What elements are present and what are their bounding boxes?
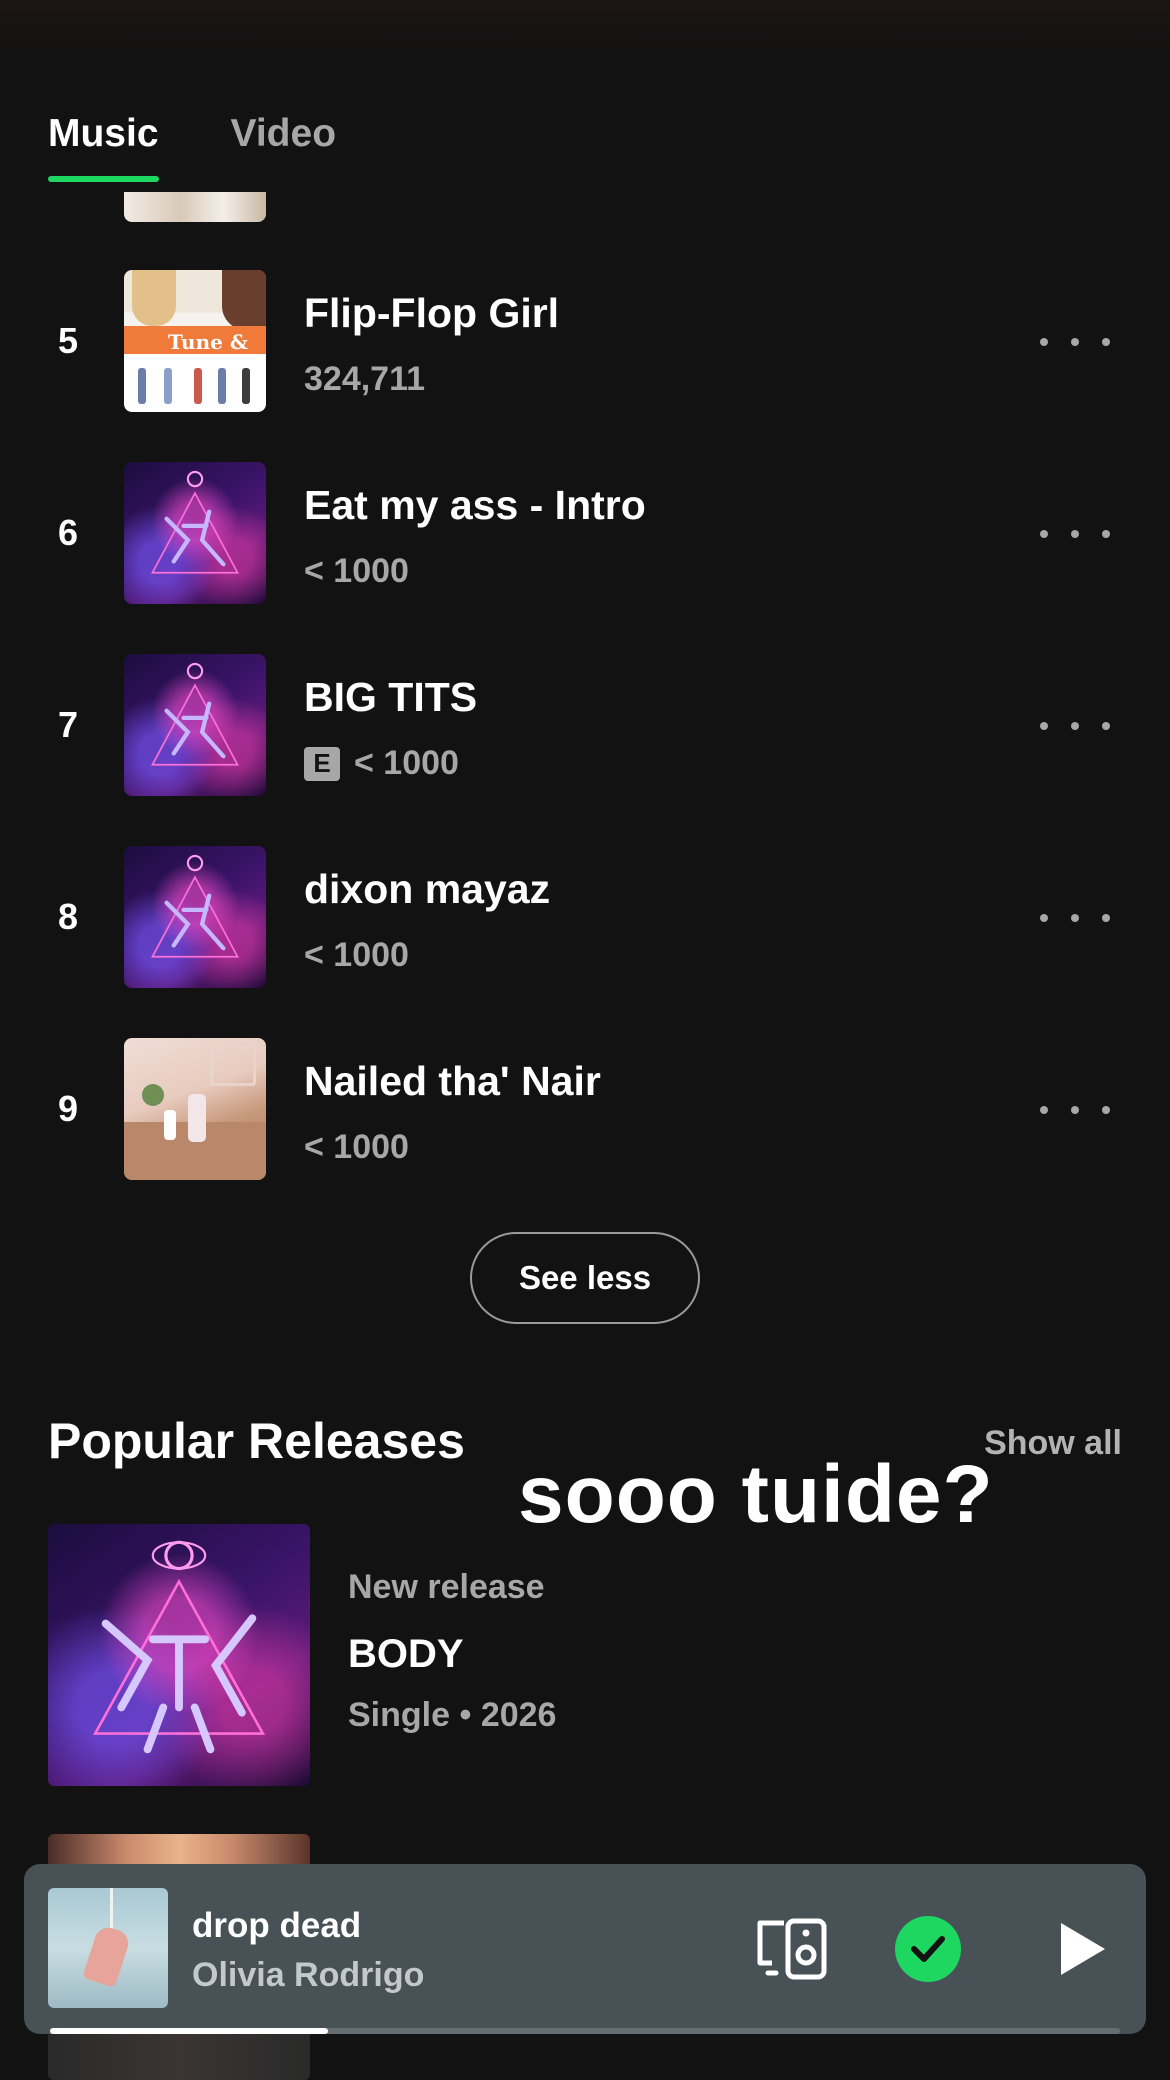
artist-page: Music Video 5 Tune & Play Flip-Flop Girl… [0, 0, 1170, 2080]
more-options-icon[interactable] [1040, 896, 1110, 940]
play-icon[interactable] [1044, 1914, 1120, 1984]
track-row[interactable]: 7 BIG TITS E < 1000 [0, 654, 1170, 798]
track-rank: 5 [57, 320, 79, 361]
more-options-icon[interactable] [1040, 704, 1110, 748]
tab-bar: Music Video [48, 112, 336, 182]
show-all-link[interactable]: Show all [984, 1424, 1122, 1463]
track-thumbnail: Tune & Play [124, 270, 266, 412]
devices-speaker-icon[interactable] [754, 1914, 830, 1984]
track-title: Nailed tha' Nair [304, 1058, 601, 1104]
see-less-button[interactable]: See less [470, 1232, 700, 1324]
track-thumbnail [124, 462, 266, 604]
now-playing-title: drop dead [192, 1906, 362, 1945]
release-title: BODY [348, 1632, 464, 1676]
track-plays: < 1000 [304, 936, 409, 974]
tab-video[interactable]: Video [231, 112, 336, 182]
track-row[interactable]: 8 dixon mayaz < 1000 [0, 846, 1170, 990]
more-options-icon[interactable] [1040, 1088, 1110, 1132]
track-plays: 324,711 [304, 360, 426, 398]
track-subtitle: < 1000 [304, 936, 409, 975]
track-row[interactable]: 6 Eat my ass - Intro < 1000 [0, 462, 1170, 606]
track-rank: 9 [57, 1088, 79, 1129]
track-subtitle: E < 1000 [304, 744, 459, 783]
track-thumbnail [124, 654, 266, 796]
bottom-strip [0, 2034, 1170, 2080]
track-rank: 6 [57, 512, 79, 553]
track-plays: < 1000 [304, 1128, 409, 1166]
track-thumbnail [124, 1038, 266, 1180]
thumbnail-art-text: Tune & Play [168, 330, 248, 378]
track-plays: < 1000 [354, 744, 459, 782]
tab-music[interactable]: Music [48, 112, 159, 182]
more-options-icon[interactable] [1040, 512, 1110, 556]
track-subtitle: < 1000 [304, 1128, 409, 1167]
track-subtitle: 324,711 [304, 360, 425, 399]
track-title: Eat my ass - Intro [304, 482, 646, 528]
track-row[interactable]: 9 Nailed tha' Nair < 1000 [0, 1038, 1170, 1182]
explicit-badge: E [304, 746, 340, 781]
now-playing-artwork [48, 1888, 168, 2008]
track-title: BIG TITS [304, 674, 478, 720]
release-kicker: New release [348, 1568, 545, 1606]
track-row[interactable]: 5 Tune & Play Flip-Flop Girl 324,711 [0, 270, 1170, 414]
more-options-icon[interactable] [1040, 320, 1110, 364]
release-item[interactable]: New release BODY Single • 2026 [48, 1524, 1122, 1786]
track-thumbnail [124, 846, 266, 988]
release-cover [48, 1524, 310, 1786]
top-fade [0, 0, 1170, 60]
track-4-thumbnail-partial [124, 192, 266, 222]
track-title: dixon mayaz [304, 866, 551, 912]
track-plays: < 1000 [304, 552, 409, 590]
check-saved-icon[interactable] [890, 1914, 966, 1984]
track-rank: 7 [57, 704, 79, 745]
track-rank: 8 [57, 896, 79, 937]
release-meta: Single • 2026 [348, 1696, 557, 1734]
popular-releases-heading: Popular Releases [48, 1413, 465, 1469]
mini-player[interactable]: drop dead Olivia Rodrigo [24, 1864, 1146, 2034]
now-playing-artist: Olivia Rodrigo [192, 1956, 425, 1994]
track-title: Flip-Flop Girl [304, 290, 560, 336]
track-subtitle: < 1000 [304, 552, 409, 591]
